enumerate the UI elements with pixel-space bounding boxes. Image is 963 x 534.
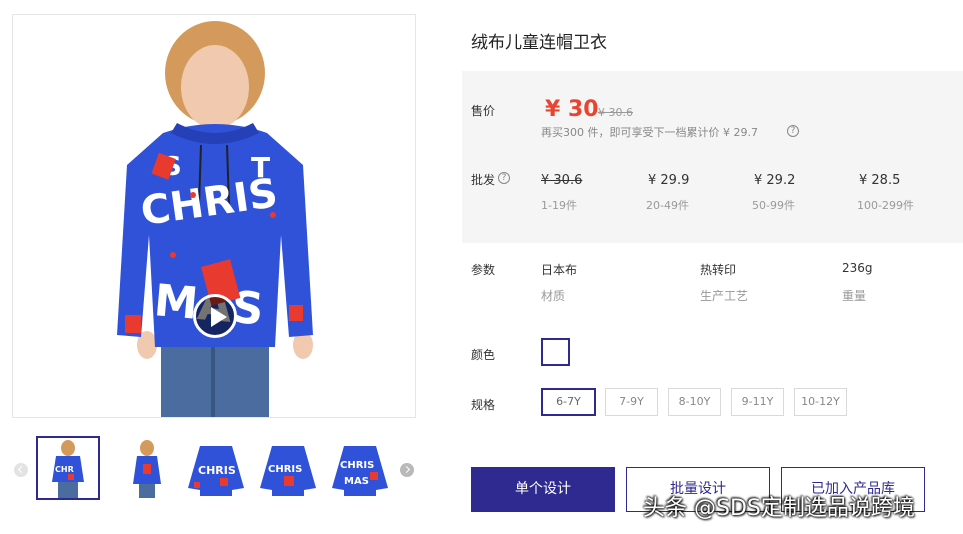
svg-text:CHR: CHR bbox=[55, 465, 74, 474]
question-circle-icon[interactable]: ? bbox=[498, 172, 510, 184]
param-name: 材质 bbox=[541, 289, 566, 303]
size-option[interactable]: 9-11Y bbox=[731, 388, 784, 416]
tier-quantity: 1-19件 bbox=[541, 199, 577, 212]
tier-quantity: 100-299件 bbox=[857, 199, 914, 212]
color-swatch-white[interactable] bbox=[541, 338, 570, 366]
tier-price: ¥ 28.5 bbox=[859, 173, 901, 188]
param-name: 重量 bbox=[842, 289, 867, 303]
svg-text:CHRIS: CHRIS bbox=[340, 460, 374, 471]
product-photo: CHRIS MAS S T bbox=[13, 15, 415, 417]
size-option[interactable]: 7-9Y bbox=[605, 388, 658, 416]
size-option[interactable]: 6-7Y bbox=[541, 388, 596, 416]
thumbnail-back[interactable] bbox=[115, 436, 179, 500]
thumbnail-flat-side[interactable]: CHRIS MAS bbox=[328, 436, 392, 500]
main-product-image[interactable]: CHRIS MAS S T bbox=[12, 14, 416, 418]
price-panel bbox=[462, 71, 963, 243]
tier-quantity: 50-99件 bbox=[752, 199, 795, 212]
single-design-button[interactable]: 单个设计 bbox=[471, 467, 615, 512]
price-label: 售价 bbox=[471, 104, 496, 118]
tier-price: ¥ 29.9 bbox=[648, 173, 690, 188]
watermark: 头条 @SDS定制选品说跨境 bbox=[643, 496, 915, 521]
product-title: 绒布儿童连帽卫衣 bbox=[471, 33, 607, 53]
svg-text:CHRIS: CHRIS bbox=[198, 464, 236, 477]
size-option[interactable]: 8-10Y bbox=[668, 388, 721, 416]
color-label: 颜色 bbox=[471, 348, 496, 362]
svg-text:CHRIS: CHRIS bbox=[268, 464, 302, 475]
param-value: 236g bbox=[842, 261, 873, 275]
svg-text:MAS: MAS bbox=[344, 476, 369, 487]
current-price: ¥ 30 bbox=[545, 97, 599, 122]
wholesale-label: 批发 bbox=[471, 173, 496, 187]
thumbnail-flat-front[interactable]: CHRIS bbox=[184, 436, 248, 500]
param-value: 日本布 bbox=[541, 263, 578, 277]
svg-text:T: T bbox=[251, 151, 270, 184]
param-value: 热转印 bbox=[700, 263, 737, 277]
param-name: 生产工艺 bbox=[700, 289, 749, 303]
tier-price: ¥ 30.6 bbox=[541, 173, 583, 188]
original-price: ¥ 30.6 bbox=[598, 106, 633, 119]
question-circle-icon[interactable]: ? bbox=[787, 125, 799, 137]
thumbnail-front[interactable]: CHR bbox=[36, 436, 100, 500]
thumbnail-flat-back[interactable]: CHRIS bbox=[256, 436, 320, 500]
play-video-icon[interactable] bbox=[193, 294, 237, 338]
next-tier-note: 再买300 件，即可享受下一档累计价 ¥ 29.7 bbox=[541, 126, 758, 139]
thumbnail-prev-icon[interactable] bbox=[14, 463, 28, 477]
tier-quantity: 20-49件 bbox=[646, 199, 689, 212]
size-option[interactable]: 10-12Y bbox=[794, 388, 847, 416]
thumbnail-next-icon[interactable] bbox=[400, 463, 414, 477]
size-label: 规格 bbox=[471, 398, 496, 412]
tier-price: ¥ 29.2 bbox=[754, 173, 796, 188]
params-label: 参数 bbox=[471, 263, 496, 277]
thumbnail-strip: CHR CHRIS CHRIS CHRIS MAS bbox=[12, 436, 416, 502]
